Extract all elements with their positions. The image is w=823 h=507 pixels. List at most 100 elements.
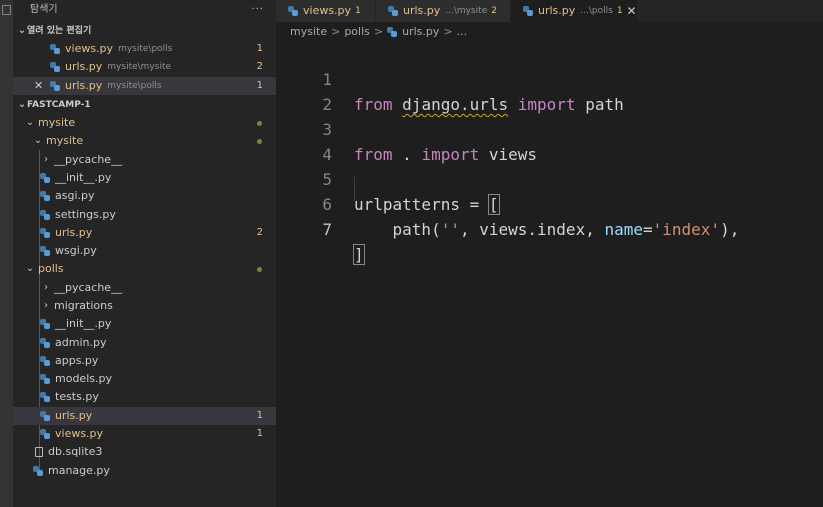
folder-pycache[interactable]: › __pycache__ [13,150,276,168]
chevron-down-icon: ⌄ [25,263,35,275]
code-line: 6 path('', views.index, name='index'), [276,167,823,239]
open-editor-path: mysite\polls [107,80,162,91]
code-editor[interactable]: 1 from django.urls import path 2 3 from … [276,42,823,507]
close-icon[interactable]: ✕ [627,0,637,22]
python-file-icon [40,191,50,202]
modified-dot [257,120,262,126]
python-file-icon [288,6,298,16]
file-label: __init__.py [55,317,112,331]
file-item-selected[interactable]: urls.py 1 [13,406,276,425]
file-item[interactable]: db.sqlite3 [13,443,276,461]
breadcrumb-item[interactable]: mysite [290,22,327,42]
file-item[interactable]: urls.py 2 [13,224,276,242]
file-item[interactable]: __init__.py [13,169,276,187]
breadcrumb-separator: > [443,25,453,38]
folder-mysite[interactable]: ⌄ mysite [13,114,276,132]
tab-label: views.py [303,4,352,17]
file-item[interactable]: manage.py [13,462,276,480]
editor-tabs: views.py 1 urls.py ...\mysite 2 urls.py … [276,0,823,22]
identifier: , views.index, [459,220,605,239]
file-item[interactable]: settings.py [13,205,276,223]
problem-badge: 1 [256,43,263,55]
code-line: 4 [276,117,823,164]
python-file-icon [40,355,50,366]
python-file-icon [523,6,533,16]
modified-dot [257,267,262,273]
tab-urls-polls[interactable]: urls.py ...\polls 1 ✕ [511,0,638,22]
file-item[interactable]: apps.py [13,352,276,370]
operator: = [643,220,653,239]
file-label: wsgi.py [55,244,97,258]
function-call: path( [392,220,441,239]
activity-bar [0,0,13,507]
modified-dot [257,139,262,145]
chevron-down-icon: ⌄ [25,117,35,129]
project-header[interactable]: ⌄ FASTCAMP-1 [13,96,276,114]
open-editor-path: mysite\polls [118,44,173,55]
tab-views[interactable]: views.py 1 [276,0,376,22]
file-item[interactable]: views.py 1 [13,425,276,443]
python-file-icon [40,172,50,183]
file-label: db.sqlite3 [48,445,103,459]
folder-mysite-inner[interactable]: ⌄ mysite [13,132,276,150]
file-label: tests.py [55,390,99,404]
file-label: urls.py [55,408,93,422]
code-text: path('', views.index, name='index'), [354,217,740,242]
folder-migrations[interactable]: › migrations [13,297,276,315]
tab-urls-mysite[interactable]: urls.py ...\mysite 2 [376,0,511,22]
file-label: views.py [55,427,104,441]
python-file-icon [33,465,43,476]
breadcrumb-item[interactable]: ... [457,22,468,42]
file-item[interactable]: __init__.py [13,315,276,333]
open-editors-header[interactable]: ⌄ 열려 있는 편집기 [13,22,276,40]
breadcrumb-item[interactable]: urls.py [402,22,439,42]
folder-polls[interactable]: ⌄ polls [13,260,276,278]
folder-label: mysite [46,134,84,148]
file-label: models.py [55,372,112,386]
python-file-icon [40,319,50,330]
keyword-argument: name [604,220,643,239]
chevron-down-icon: ⌄ [17,25,27,36]
tab-badge: 1 [355,6,361,16]
code-line: 5 urlpatterns = [ [276,142,823,215]
breadcrumb-item[interactable]: polls [344,22,370,42]
close-icon[interactable]: ✕ [34,77,43,95]
tab-description: ...\polls [580,6,613,16]
open-editor-item-active[interactable]: ✕ urls.py mysite\polls 1 [13,76,276,95]
folder-label: mysite [38,116,76,130]
file-item[interactable]: admin.py [13,333,276,351]
python-file-icon [40,227,50,238]
file-item[interactable]: asgi.py [13,187,276,205]
chevron-down-icon: ⌄ [33,135,43,147]
breadcrumb-separator: > [373,25,384,38]
open-editor-name: urls.py [65,60,103,74]
file-item[interactable]: tests.py [13,388,276,406]
more-actions-icon[interactable]: ··· [251,0,264,20]
file-label: asgi.py [55,189,95,203]
open-editor-item[interactable]: urls.py mysite\mysite 2 [13,58,276,76]
python-file-icon [40,246,50,257]
breadcrumb: mysite > polls > urls.py > ... [276,22,823,42]
tab-badge: 2 [491,6,497,16]
code-line: 1 from django.urls import path [276,42,823,114]
problem-badge: 1 [256,428,263,440]
code-line: 2 [276,67,823,114]
file-item[interactable]: models.py [13,370,276,388]
database-file-icon [35,447,43,458]
chevron-right-icon: › [44,153,48,165]
python-file-icon [50,44,60,55]
file-label: manage.py [48,463,110,477]
folder-pycache[interactable]: › __pycache__ [13,279,276,297]
tab-description: ...\mysite [445,6,488,16]
explorer-title: 탐색기 ··· [13,0,276,22]
file-label: __init__.py [55,170,112,184]
file-label: admin.py [55,335,107,349]
python-file-icon [50,62,60,73]
file-label: urls.py [55,225,93,239]
chevron-right-icon: › [44,300,48,311]
open-editor-item[interactable]: views.py mysite\polls 1 [13,40,276,58]
file-item[interactable]: wsgi.py [13,242,276,260]
files-icon[interactable] [2,5,11,15]
tab-label: urls.py [403,4,441,17]
breadcrumb-separator: > [331,25,341,38]
